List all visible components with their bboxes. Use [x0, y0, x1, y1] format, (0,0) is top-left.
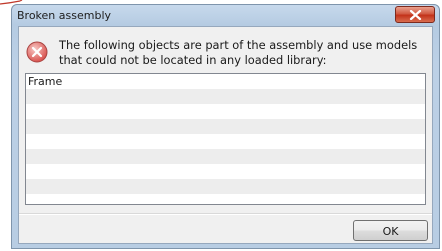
empty-row	[26, 179, 425, 194]
dialog-body: The following objects are part of the as…	[18, 26, 433, 244]
objects-list[interactable]: Frame	[25, 73, 426, 205]
empty-row	[26, 134, 425, 149]
empty-row	[26, 119, 425, 134]
ok-button[interactable]: OK	[353, 220, 428, 241]
error-icon	[26, 41, 48, 63]
empty-row	[26, 194, 425, 204]
message-text: The following objects are part of the as…	[59, 38, 418, 67]
empty-row	[26, 164, 425, 179]
empty-row	[26, 104, 425, 119]
title-bar[interactable]: Broken assembly	[12, 5, 439, 27]
list-item[interactable]: Frame	[26, 74, 425, 89]
empty-row	[26, 149, 425, 164]
close-button[interactable]	[395, 6, 435, 23]
close-icon	[409, 10, 422, 20]
divider	[19, 213, 432, 215]
dialog-window: Broken assembly The following objects ar…	[11, 4, 440, 249]
empty-row	[26, 89, 425, 104]
window-title: Broken assembly	[17, 9, 112, 22]
screen: Broken assembly The following objects ar…	[0, 0, 442, 251]
